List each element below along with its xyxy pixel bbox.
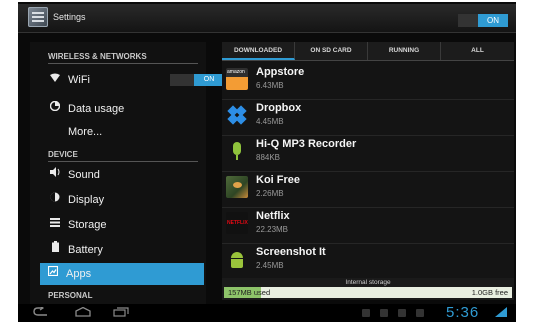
tab-on-sd-card[interactable]: ON SD CARD [295,42,368,60]
app-title: Settings [53,12,86,22]
storage-icon [48,214,62,236]
list-item[interactable]: Netflix 22.23MB [222,207,514,244]
recent-apps-icon[interactable] [112,307,130,319]
display-icon [48,189,62,211]
section-header-wireless: WIRELESS & NETWORKS [48,52,198,64]
sidebar-item-label: Battery [68,244,103,256]
app-list: Appstore 6.43MB Dropbox 4.45MB Hi-Q MP [222,63,514,275]
notification-icon[interactable] [398,309,406,317]
tab-all[interactable]: ALL [441,42,514,60]
netflix-icon [226,212,248,234]
list-item[interactable]: Appstore 6.43MB [222,63,514,100]
home-icon[interactable] [74,306,92,319]
app-size: 6.43MB [256,81,284,90]
signal-icon [494,307,508,319]
app-name: Hi-Q MP3 Recorder [256,138,357,150]
storage-bar: 157MB used 1.0GB free [224,287,512,298]
settings-sidebar: WIRELESS & NETWORKS WiFi ON Data usage M… [30,42,224,304]
amazon-appstore-icon [226,68,248,90]
sidebar-item-battery[interactable]: Battery [42,239,202,261]
apps-icon [46,263,60,285]
sidebar-item-label: Data usage [68,103,125,115]
notification-icon[interactable] [416,309,424,317]
data-usage-icon [48,98,62,120]
clock[interactable]: 5:36 [446,304,479,321]
storage-free-text: 1.0GB free [471,288,508,297]
app-name: Netflix [256,210,290,222]
list-item[interactable]: Screenshot It 2.45MB [222,243,514,275]
storage-summary: Internal storage 157MB used 1.0GB free [222,278,514,300]
sidebar-item-wifi[interactable]: WiFi ON [42,69,224,91]
app-size: 4.45MB [256,117,284,126]
wifi-toggle[interactable]: ON [170,74,224,86]
sidebar-item-label: Sound [68,169,100,181]
speaker-icon [48,164,62,186]
sidebar-item-apps[interactable]: Apps [40,263,204,285]
wifi-toggle-label: ON [194,74,224,86]
storage-used-text: 157MB used [228,288,271,297]
sidebar-item-label: More... [68,126,103,138]
title-bar: Settings ON [18,4,516,33]
list-item[interactable]: Hi-Q MP3 Recorder 884KB [222,135,514,172]
screen: Settings ON WIRELESS & NETWORKS WiFi ON … [0,0,536,322]
sidebar-item-label: Storage [68,219,107,231]
dropbox-icon [226,104,248,126]
notification-icon[interactable] [362,309,370,317]
sidebar-item-more[interactable]: More... [42,121,202,143]
app-size: 22.23MB [256,225,289,234]
app-size: 2.26MB [256,189,284,198]
master-toggle[interactable]: ON [458,14,508,27]
tab-downloaded[interactable]: DOWNLOADED [222,42,295,60]
sidebar-item-sound[interactable]: Sound [42,164,202,186]
master-toggle-label: ON [478,14,508,27]
storage-label: Internal storage [345,279,391,286]
app-name: Appstore [256,66,305,78]
back-icon[interactable] [32,305,50,319]
settings-icon [28,7,48,27]
sidebar-item-data-usage[interactable]: Data usage [42,98,202,120]
tab-bar: DOWNLOADED ON SD CARD RUNNING ALL [222,42,514,61]
tab-running[interactable]: RUNNING [368,42,441,60]
sidebar-item-storage[interactable]: Storage [42,214,202,236]
list-item[interactable]: Dropbox 4.45MB [222,99,514,136]
list-item[interactable]: Koi Free 2.26MB [222,171,514,208]
system-bar: 5:36 [18,304,516,322]
sidebar-item-label: Display [68,194,105,206]
sidebar-item-display[interactable]: Display [42,189,202,211]
app-size: 2.45MB [256,261,284,270]
sidebar-item-label: Apps [66,268,92,280]
app-name: Koi Free [256,174,301,186]
sidebar-item-label: WiFi [68,74,90,86]
wifi-icon [48,69,62,91]
app-name: Dropbox [256,102,302,114]
app-name: Screenshot It [256,246,326,258]
microphone-icon [226,140,248,162]
app-size: 884KB [256,153,281,162]
section-header-device: DEVICE [48,150,198,162]
koi-fish-icon [226,176,248,198]
apps-panel: DOWNLOADED ON SD CARD RUNNING ALL Appsto… [222,42,514,300]
section-header-personal: PERSONAL [48,291,93,300]
android-icon [226,248,248,270]
battery-icon [48,239,62,261]
notification-icon[interactable] [380,309,388,317]
